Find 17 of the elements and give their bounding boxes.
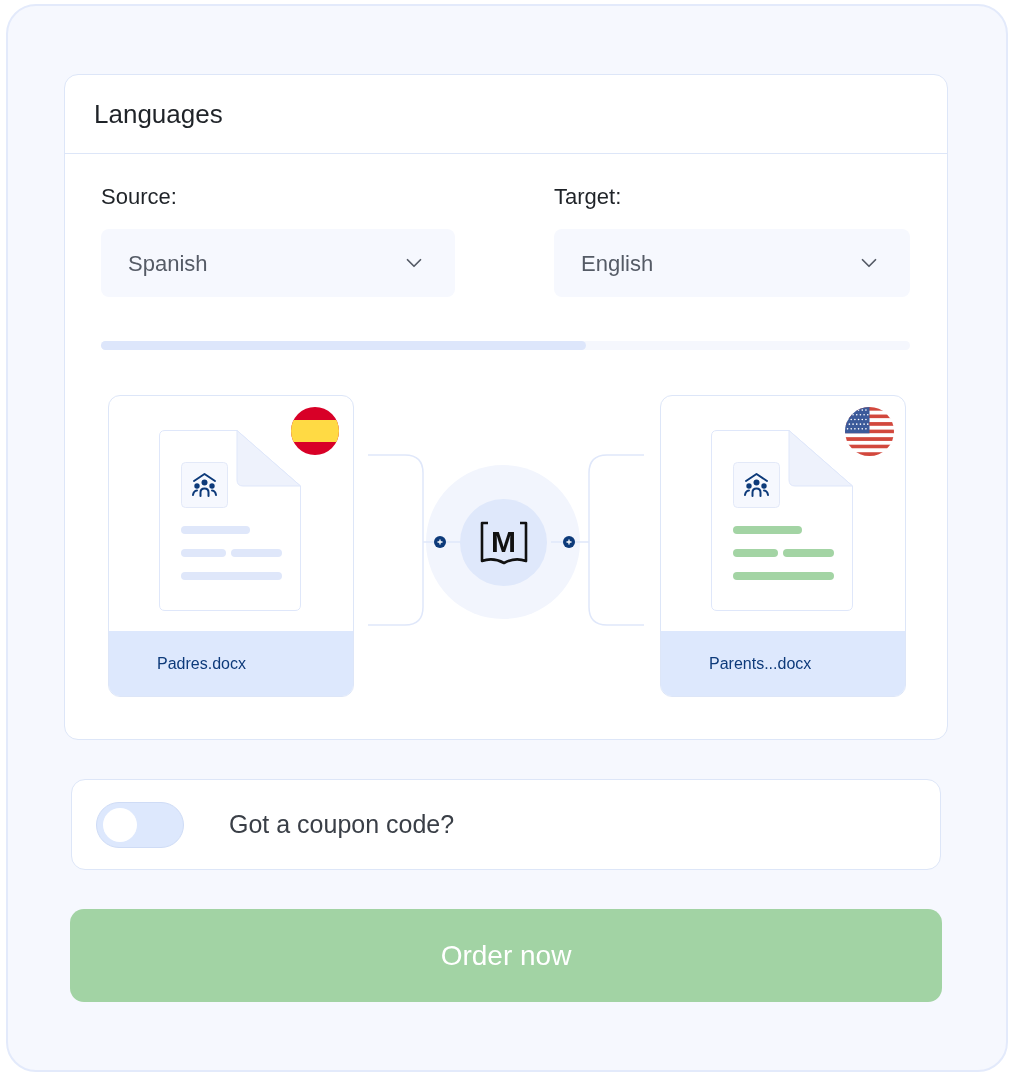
plus-circle-icon [434,536,446,548]
book-frame-icon [479,520,528,565]
family-home-icon [181,462,228,508]
coupon-label: Got a coupon code? [229,808,455,840]
field-label: Source: [101,183,178,211]
language-select[interactable]: English [554,229,910,297]
plus-circle-icon [563,536,575,548]
card-title: Languages [94,97,223,131]
us-flag-icon [845,407,894,456]
language-select[interactable]: Spanish [101,229,455,297]
spain-flag-icon [291,407,339,455]
logo-letter: M [491,525,516,558]
family-home-icon [733,462,780,508]
field-label: Target: [554,183,623,211]
file-name: Parents...docx [709,653,812,674]
file-name: Padres.docx [157,653,246,674]
coupon-toggle[interactable] [96,801,184,848]
